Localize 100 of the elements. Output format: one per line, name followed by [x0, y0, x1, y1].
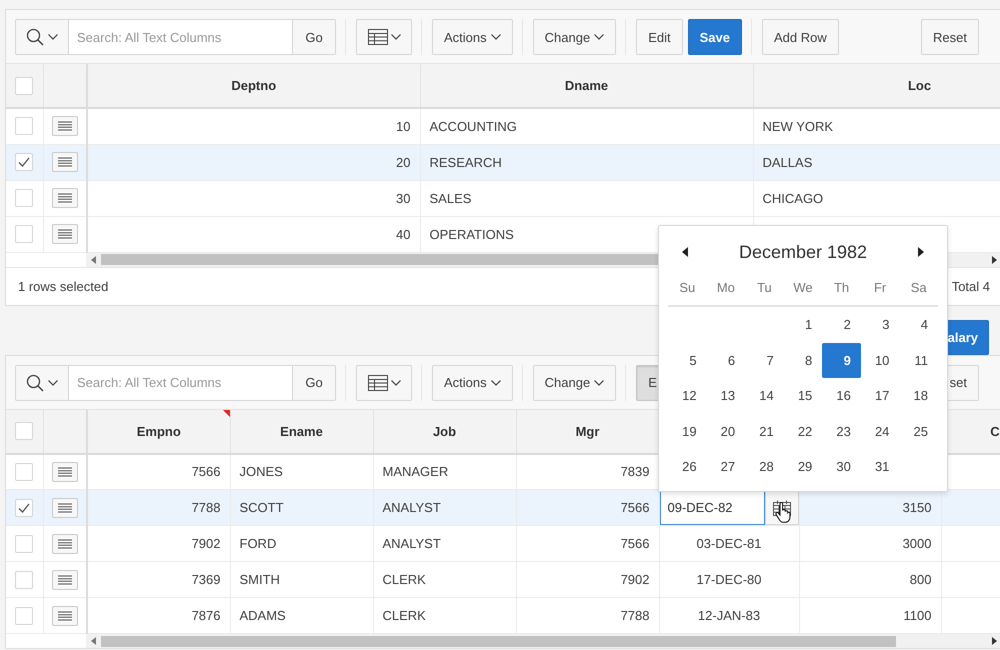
- menu-icon: [58, 466, 72, 477]
- horizontal-scrollbar[interactable]: [86, 634, 1000, 648]
- selection-count: 1 rows selected: [18, 278, 108, 294]
- calendar-day[interactable]: 19: [668, 414, 707, 450]
- table-row[interactable]: 20 RESEARCH DALLAS: [6, 144, 1000, 180]
- row-actions-button[interactable]: [52, 224, 78, 244]
- toolbar-button[interactable]: Add Row: [762, 19, 839, 55]
- table-cell: SALES: [420, 180, 753, 216]
- calendar-day[interactable]: 9: [822, 342, 861, 378]
- table-row[interactable]: 10 ACCOUNTING NEW YORK: [6, 108, 1000, 144]
- row-checkbox[interactable]: [15, 117, 34, 136]
- search-icon: [26, 374, 44, 392]
- view-menu-button[interactable]: [356, 364, 412, 400]
- calendar-day[interactable]: 6: [706, 342, 746, 378]
- weekday-label: Tu: [756, 279, 773, 297]
- menu-icon: [58, 229, 72, 239]
- primary-button[interactable]: Save: [688, 19, 742, 55]
- table-row[interactable]: 7369 SMITH CLERK 7902 17-DEC-80 800: [6, 562, 1000, 598]
- table-row[interactable]: 7788 SCOTT ANALYST 7566 09-DEC-82 3150: [6, 490, 1000, 526]
- corner-marker-icon: [222, 410, 230, 416]
- go-button[interactable]: Go: [292, 19, 336, 55]
- calendar-day[interactable]: 21: [745, 414, 784, 450]
- scroll-right-icon[interactable]: [992, 637, 997, 645]
- calendar-button[interactable]: [764, 490, 798, 524]
- scroll-left-icon[interactable]: [91, 256, 96, 264]
- calendar-day[interactable]: 23: [822, 414, 861, 450]
- row-checkbox[interactable]: [15, 534, 34, 552]
- calendar-day[interactable]: 25: [899, 414, 938, 450]
- row-checkbox[interactable]: [15, 225, 34, 243]
- row-actions-button[interactable]: [52, 116, 78, 136]
- calendar-day[interactable]: 2: [822, 307, 861, 343]
- weekday-label: Su: [678, 279, 696, 297]
- calendar-day[interactable]: 14: [745, 378, 784, 414]
- table-cell: RESEARCH: [420, 144, 753, 180]
- calendar-day[interactable]: 16: [822, 378, 861, 414]
- table-row[interactable]: 30 SALES CHICAGO: [6, 180, 1000, 216]
- view-menu-button[interactable]: [356, 19, 412, 55]
- go-button[interactable]: Go: [292, 364, 336, 400]
- row-checkbox[interactable]: [15, 570, 34, 588]
- calendar-icon: [772, 500, 790, 516]
- dropdown-button[interactable]: Actions: [432, 364, 513, 400]
- calendar-day[interactable]: 1: [784, 307, 822, 343]
- check-icon: [18, 157, 30, 167]
- calendar-day[interactable]: 20: [706, 414, 746, 450]
- row-actions-button[interactable]: [52, 606, 78, 626]
- row-checkbox[interactable]: [15, 606, 34, 624]
- caret-icon: [594, 380, 604, 386]
- search-options-button[interactable]: [15, 19, 69, 55]
- row-actions-button[interactable]: [52, 152, 78, 172]
- scroll-left-icon[interactable]: [91, 637, 96, 645]
- row-checkbox[interactable]: [15, 189, 34, 207]
- calendar-day[interactable]: 17: [860, 378, 900, 414]
- search-options-button[interactable]: [15, 364, 69, 400]
- calendar-day[interactable]: 10: [860, 342, 900, 378]
- date-input[interactable]: 09-DEC-82: [660, 490, 764, 524]
- select-all-checkbox[interactable]: [15, 76, 34, 94]
- caret-icon: [490, 34, 501, 40]
- row-actions-button[interactable]: [52, 188, 78, 208]
- row-actions-button[interactable]: [52, 462, 78, 482]
- caret-icon: [390, 34, 400, 40]
- left-triangle-icon[interactable]: [682, 247, 688, 257]
- right-triangle-icon[interactable]: [918, 247, 924, 257]
- calendar-day[interactable]: 8: [784, 342, 822, 378]
- row-actions-button[interactable]: [52, 570, 78, 590]
- dropdown-button[interactable]: Actions: [432, 19, 513, 55]
- table-cell: 30: [87, 180, 420, 216]
- table-cell: 10: [87, 108, 420, 144]
- table-row[interactable]: 7876 ADAMS CLERK 7788 12-JAN-83 1100: [6, 598, 1000, 634]
- dropdown-button[interactable]: Change: [532, 19, 616, 55]
- calendar-day[interactable]: 13: [706, 378, 746, 414]
- scroll-thumb[interactable]: [101, 636, 896, 646]
- calendar-day[interactable]: 22: [784, 414, 822, 450]
- calendar-day[interactable]: 5: [668, 342, 707, 378]
- weekday-label: Mo: [716, 279, 736, 297]
- calendar-day[interactable]: 3: [860, 307, 900, 343]
- table-cell: NEW YORK: [753, 108, 1000, 144]
- table-row[interactable]: 7902 FORD ANALYST 7566 03-DEC-81 3000: [6, 526, 1000, 562]
- calendar-day[interactable]: 15: [784, 378, 822, 414]
- table-cell: 40: [87, 216, 420, 252]
- calendar-day[interactable]: 18: [899, 378, 938, 414]
- toolbar-button[interactable]: Reset: [921, 19, 979, 55]
- search-field[interactable]: Search: All Text Columns: [69, 364, 292, 400]
- calendar-day[interactable]: 7: [745, 342, 784, 378]
- menu-icon: [58, 193, 72, 203]
- row-checkbox[interactable]: [15, 153, 34, 171]
- dropdown-button[interactable]: Change: [532, 364, 616, 400]
- select-all-checkbox[interactable]: [15, 422, 34, 440]
- row-checkbox[interactable]: [15, 498, 34, 516]
- table-cell: ACCOUNTING: [420, 108, 753, 144]
- table-cell: 20: [87, 144, 420, 180]
- row-actions-button[interactable]: [52, 534, 78, 554]
- row-checkbox[interactable]: [15, 462, 34, 481]
- calendar-day[interactable]: 24: [860, 414, 900, 450]
- scroll-right-icon[interactable]: [992, 256, 997, 264]
- search-field[interactable]: Search: All Text Columns: [69, 19, 292, 55]
- toggle-button[interactable]: Edit: [636, 19, 683, 55]
- calendar-day[interactable]: 12: [668, 378, 707, 414]
- caret-icon: [594, 34, 604, 40]
- row-actions-button[interactable]: [52, 498, 78, 518]
- menu-icon: [58, 121, 72, 132]
